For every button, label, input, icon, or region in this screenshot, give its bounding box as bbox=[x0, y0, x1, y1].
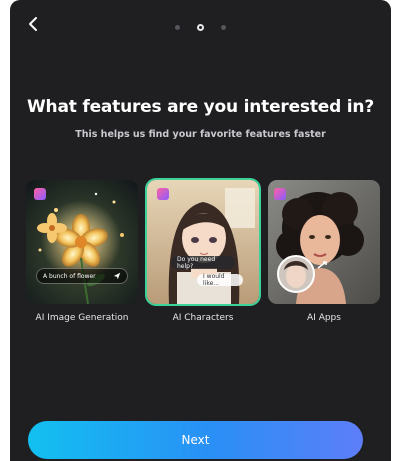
send-icon bbox=[113, 272, 121, 280]
progress-dot-3 bbox=[221, 25, 226, 30]
ai-badge-icon bbox=[274, 188, 286, 200]
ai-badge-icon bbox=[157, 188, 169, 200]
page-subtitle: This helps us find your favorite feature… bbox=[75, 129, 326, 140]
card-label-ai-image-generation: AI Image Generation bbox=[35, 313, 129, 323]
progress-dot-2-active bbox=[197, 24, 204, 31]
chat-bubble-1: Do you need help? bbox=[171, 256, 235, 270]
chat-bubble-2: I would like... bbox=[197, 273, 243, 287]
progress-dot-1 bbox=[175, 25, 180, 30]
progress-dots bbox=[10, 24, 391, 31]
card-ai-characters[interactable]: Do you need help? I would like... bbox=[147, 180, 259, 304]
ai-badge-icon bbox=[34, 188, 46, 200]
onboarding-screen: What features are you interested in? Thi… bbox=[10, 0, 391, 461]
card-label-ai-characters: AI Characters bbox=[172, 313, 234, 323]
next-button[interactable]: Next bbox=[28, 421, 363, 459]
prompt-chip: A bunch of flower bbox=[36, 268, 128, 284]
card-label-ai-apps: AI Apps bbox=[307, 313, 341, 323]
card-ai-apps[interactable] bbox=[268, 180, 380, 304]
page-title: What features are you interested in? bbox=[27, 97, 374, 117]
card-ai-image-generation[interactable]: A bunch of flower bbox=[26, 180, 138, 304]
prompt-chip-text: A bunch of flower bbox=[43, 272, 96, 280]
